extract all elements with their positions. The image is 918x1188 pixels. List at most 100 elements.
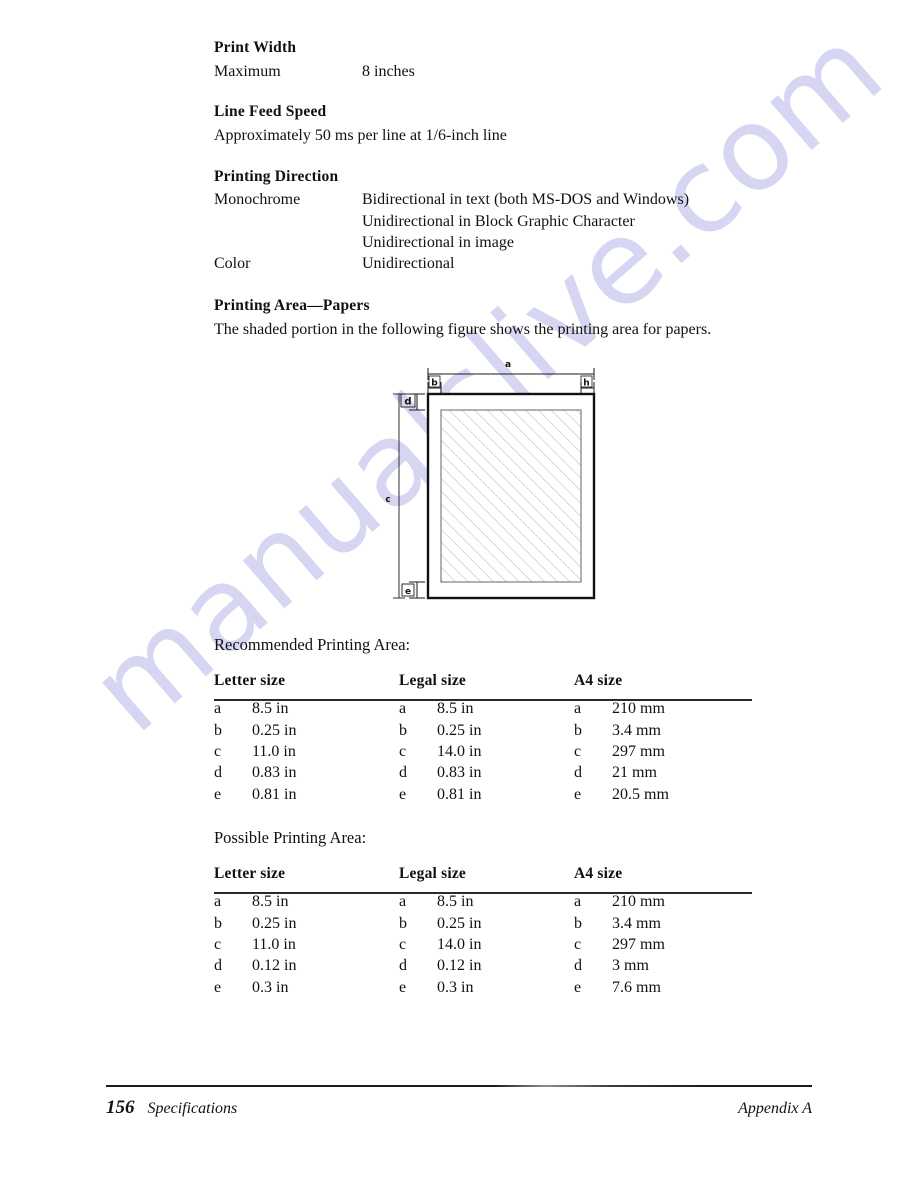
row-key: a bbox=[574, 700, 582, 718]
row-key: b bbox=[574, 721, 582, 739]
row-key: e bbox=[574, 978, 582, 996]
printing-direction-row-monochrome: Monochrome Bidirectional in text (both M… bbox=[214, 189, 774, 252]
row-value: 0.81 in bbox=[252, 785, 297, 803]
printing-area-heading: Printing Area—Papers bbox=[214, 296, 370, 314]
possible-printing-area-section: Possible Printing Area: Letter size a 8.5… bbox=[214, 827, 774, 998]
recommended-column-legal: Legal size a 8.5 in b 0.25 in c 14.0 in d 0.… bbox=[399, 672, 574, 804]
recommended-column-letter: Letter size a 8.5 in b 0.25 in c 11.0 in d 0… bbox=[214, 672, 399, 804]
row-key: a bbox=[399, 700, 407, 718]
color-values: Unidirectional bbox=[362, 253, 774, 274]
table-row: c 11.0 in bbox=[214, 741, 399, 762]
footer-row: 156 Specifications Appendix A bbox=[106, 1097, 812, 1119]
spec-block-printing-direction: Printing Direction Monochrome Bidirectio… bbox=[214, 167, 774, 274]
table-row: b 0.25 in bbox=[214, 913, 399, 934]
footer-rule bbox=[106, 1085, 812, 1087]
row-value: 3.4 mm bbox=[612, 914, 661, 932]
row-value: 8.5 in bbox=[437, 700, 474, 718]
monochrome-value-1: Bidirectional in text (both MS-DOS and W… bbox=[362, 191, 690, 209]
monochrome-label: Monochrome bbox=[214, 191, 301, 209]
table-row: d 0.12 in bbox=[214, 955, 399, 976]
footer-chapter-title: Specifications bbox=[147, 1100, 238, 1117]
row-key: b bbox=[214, 721, 222, 739]
table-row: d 0.83 in bbox=[214, 762, 399, 783]
row-value: 0.25 in bbox=[437, 914, 482, 932]
footer-page-number: 156 bbox=[106, 1097, 135, 1118]
row-value: 0.83 in bbox=[252, 764, 297, 782]
row-value: 7.6 mm bbox=[612, 978, 661, 996]
table-row: e 20.5 mm bbox=[574, 784, 760, 805]
print-width-heading: Print Width bbox=[214, 39, 297, 56]
row-value: 210 mm bbox=[612, 700, 665, 718]
row-value: 0.3 in bbox=[252, 978, 289, 996]
row-value: 0.83 in bbox=[437, 764, 482, 782]
recommended-size-table: Letter size a 8.5 in b 0.25 in c 11.0 in d 0… bbox=[214, 672, 760, 804]
recommended-header-rule bbox=[214, 699, 752, 701]
table-row: b 0.25 in bbox=[214, 720, 399, 741]
row-key: c bbox=[214, 935, 222, 953]
recommended-rows-a4: a 210 mm b 3.4 mm c 297 mm d 21 mm e 20.5 mm bbox=[574, 693, 760, 804]
footer-appendix: Appendix A bbox=[738, 1100, 812, 1117]
row-value: 0.25 in bbox=[437, 721, 482, 739]
table-row: c 14.0 in bbox=[399, 741, 574, 762]
possible-column-a4: A4 size a 210 mm b 3.4 mm c 297 mm d 3 mm e 7… bbox=[574, 865, 760, 997]
row-value: 14.0 in bbox=[437, 935, 482, 953]
recommended-header-legal: Legal size bbox=[399, 672, 466, 690]
row-key: b bbox=[214, 914, 222, 932]
table-row: e 0.81 in bbox=[399, 784, 574, 805]
row-value: 297 mm bbox=[612, 935, 665, 953]
row-key: c bbox=[574, 935, 582, 953]
table-row: a 8.5 in bbox=[214, 698, 399, 719]
monochrome-value-3: Unidirectional in image bbox=[362, 233, 514, 251]
recommended-rows-letter: a 8.5 in b 0.25 in c 11.0 in d 0.83 in e 0.81… bbox=[214, 693, 399, 804]
print-width-row: Maximum 8 inches bbox=[214, 61, 774, 82]
recommended-rows-legal: a 8.5 in b 0.25 in c 14.0 in d 0.83 in e 0.81… bbox=[399, 693, 574, 804]
figure-label-b-left: b bbox=[431, 379, 438, 389]
possible-column-letter: Letter size a 8.5 in b 0.25 in c 11.0 in d 0… bbox=[214, 865, 399, 997]
table-row: b 0.25 in bbox=[399, 720, 574, 741]
table-row: b 3.4 mm bbox=[574, 720, 760, 741]
row-value: 14.0 in bbox=[437, 742, 482, 760]
row-key: e bbox=[214, 785, 222, 803]
possible-rows-a4: a 210 mm b 3.4 mm c 297 mm d 3 mm e 7.6 mm bbox=[574, 886, 760, 997]
row-key: a bbox=[214, 893, 222, 911]
table-row: a 210 mm bbox=[574, 698, 760, 719]
spec-block-printing-area: Printing Area—Papers The shaded portion … bbox=[214, 296, 774, 341]
row-value: 0.12 in bbox=[252, 957, 297, 975]
figure-label-d: d bbox=[404, 397, 411, 408]
row-value: 8.5 in bbox=[252, 893, 289, 911]
row-key: d bbox=[214, 957, 222, 975]
row-value: 3 mm bbox=[612, 957, 649, 975]
specifications-content: Print Width Maximum 8 inches Line Feed S… bbox=[214, 38, 774, 356]
table-row: d 3 mm bbox=[574, 955, 760, 976]
table-row: a 8.5 in bbox=[399, 891, 574, 912]
figure-label-c: c bbox=[385, 495, 390, 505]
table-row: a 210 mm bbox=[574, 891, 760, 912]
row-value: 11.0 in bbox=[252, 742, 296, 760]
possible-header-letter: Letter size bbox=[214, 865, 286, 883]
row-key: d bbox=[574, 957, 582, 975]
possible-header-a4: A4 size bbox=[574, 865, 623, 883]
row-value: 0.3 in bbox=[437, 978, 474, 996]
row-key: c bbox=[399, 935, 407, 953]
row-key: c bbox=[214, 742, 222, 760]
print-width-label: Maximum bbox=[214, 62, 281, 80]
figure-label-e: e bbox=[405, 587, 411, 597]
table-row: d 0.83 in bbox=[399, 762, 574, 783]
row-key: c bbox=[574, 742, 582, 760]
row-value: 11.0 in bbox=[252, 935, 296, 953]
row-key: d bbox=[399, 764, 407, 782]
monochrome-value-2: Unidirectional in Block Graphic Characte… bbox=[362, 212, 635, 230]
table-row: d 21 mm bbox=[574, 762, 760, 783]
row-value: 0.12 in bbox=[437, 957, 482, 975]
row-key: e bbox=[574, 785, 582, 803]
page-footer: 156 Specifications Appendix A bbox=[106, 1085, 812, 1119]
row-key: d bbox=[214, 764, 222, 782]
table-row: a 8.5 in bbox=[399, 698, 574, 719]
table-row: e 0.3 in bbox=[399, 977, 574, 998]
print-width-value: 8 inches bbox=[362, 62, 415, 80]
row-value: 21 mm bbox=[612, 764, 657, 782]
printing-area-figure: a b h c d e bbox=[378, 352, 618, 610]
row-key: b bbox=[399, 914, 407, 932]
row-key: e bbox=[399, 785, 407, 803]
row-key: e bbox=[399, 978, 407, 996]
